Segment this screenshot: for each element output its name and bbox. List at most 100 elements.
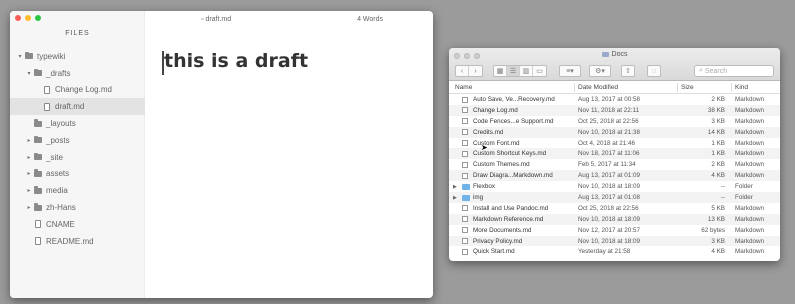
date-modified: Nov 10, 2018 at 21:38 [578,128,640,136]
file-kind: Markdown [735,128,765,136]
column-view-icon[interactable]: ▥ [520,66,533,76]
search-icon: ⌕ [699,67,703,74]
file-size: 2 KB [711,96,725,103]
list-view-icon[interactable]: ☰ [507,66,520,76]
chevron-right-icon[interactable]: ▸ [25,170,33,177]
chevron-right-icon[interactable]: ▸ [25,137,33,144]
disclosure-triangle-icon[interactable]: ▶ [453,195,457,201]
date-modified: Nov 18, 2017 at 11:06 [578,150,640,158]
file-size: 3 KB [711,237,725,245]
table-row[interactable]: Custom Font.md Oct 4, 2018 at 21:46 1 KB Ma… [449,138,780,149]
column-divider [574,83,575,92]
table-row[interactable]: ▶ img Aug 13, 2017 at 01:08 -- Folder [449,192,780,203]
document-heading[interactable]: this is a draft [164,50,308,72]
file-list: Auto Save, Ve...Recovery.md Aug 13, 2017 … [449,94,780,257]
file-kind: Markdown [735,215,765,223]
tree-file[interactable]: draft.md [10,98,145,116]
arrange-icon[interactable]: ≡▾ [559,65,581,77]
tree-folder[interactable]: _layouts [10,115,145,132]
table-row[interactable]: Credits.md Nov 10, 2018 at 21:38 14 KB Mark… [449,126,780,138]
folder-icon [33,135,43,144]
file-kind: Markdown [735,106,765,114]
file-name: Install and Use Pandoc.md [473,204,549,212]
table-row[interactable]: Privacy Policy.md Nov 10, 2018 at 18:09 3 … [449,235,780,247]
chevron-right-icon[interactable]: ▸ [25,154,33,161]
finder-toolbar: Docs ‹ › ▦ ☰ ▥ ▭ ≡▾ ⚙▾ ⇧ ◌ ⌕ Search [449,48,780,81]
editor-pane[interactable]: ▫ draft.md 4 Words this is a draft [146,11,433,298]
file-size: 2 KB [711,161,725,169]
chevron-right-icon[interactable]: ▸ [25,187,33,194]
file-size: -- [720,183,725,191]
tree-file[interactable]: Change Log.md [10,82,145,99]
close-window-button[interactable] [15,15,21,21]
markdown-file-icon [462,227,468,234]
share-icon[interactable]: ⇧ [621,65,635,77]
back-icon[interactable]: ‹ [456,66,469,76]
table-row[interactable]: Custom Themes.md Feb 5, 2017 at 11:34 2 KB… [449,159,780,170]
column-date[interactable]: Date Modified [578,84,618,91]
file-name: Code Fences...e Support.md [473,117,554,125]
tree-folder[interactable]: ▸ assets [10,166,145,183]
tree-folder[interactable]: ▸ _posts [10,132,145,149]
file-name: Change Log.md [473,106,518,114]
tag-icon[interactable]: ◌ [647,65,661,77]
tree-item-label: _posts [46,135,70,145]
file-kind: Markdown [735,172,765,180]
table-row[interactable]: Change Log.md Nov 11, 2018 at 22:11 38 KB M… [449,104,780,116]
file-size: -- [720,194,725,202]
table-row[interactable]: More Documents.md Nov 12, 2017 at 20:57 62… [449,225,780,236]
chevron-down-icon[interactable]: ▾ [16,53,24,60]
tree-folder[interactable]: ▸ zh-Hans [10,199,145,216]
chevron-right-icon[interactable]: ▸ [25,204,33,211]
forward-icon[interactable]: › [469,66,482,76]
table-row[interactable]: ▶ Flexbox Nov 10, 2018 at 18:09 -- Folder [449,181,780,192]
tree-item-label: _site [46,152,63,162]
tree-folder[interactable]: ▸ _site [10,149,145,166]
file-size: 14 KB [707,128,725,136]
search-input[interactable]: ⌕ Search [694,65,774,77]
tree-file[interactable]: CNAME [10,216,145,233]
tree-item-label: CNAME [46,219,75,229]
file-name: Quick Start.md [473,248,515,256]
gallery-view-icon[interactable]: ▭ [533,66,546,76]
file-size: 1 KB [711,150,725,158]
column-name[interactable]: Name [455,84,472,91]
file-size: 4 KB [711,248,725,256]
file-name: Draw Diagra...Markdown.md [473,172,553,180]
file-name: Privacy Policy.md [473,237,523,245]
word-count[interactable]: 4 Words [357,16,383,23]
tree-folder[interactable]: ▾ typewiki [10,48,145,65]
chevron-down-icon[interactable]: ▾ [25,70,33,77]
date-modified: Feb 5, 2017 at 11:34 [578,161,636,169]
table-row[interactable]: Draw Diagra...Markdown.md Aug 13, 2017 at… [449,170,780,182]
tree-folder[interactable]: ▾ _drafts [10,65,145,82]
file-name: Flexbox [473,183,496,191]
table-row[interactable]: Quick Start.md Yesterday at 21:58 4 KB Mark… [449,246,780,257]
zoom-window-button[interactable] [35,15,41,21]
gear-icon[interactable]: ⚙▾ [589,65,611,77]
tree-item-label: media [46,186,68,196]
table-row[interactable]: Install and Use Pandoc.md Oct 25, 2018 at… [449,203,780,214]
file-name: Credits.md [473,128,504,136]
table-row[interactable]: Auto Save, Ve...Recovery.md Aug 13, 2017 … [449,94,780,105]
minimize-window-button[interactable] [25,15,31,21]
table-row[interactable]: Code Fences...e Support.md Oct 25, 2018 a… [449,116,780,127]
folder-icon [601,52,609,57]
date-modified: Oct 25, 2018 at 22:56 [578,117,639,125]
tree-folder[interactable]: ▸ media [10,182,145,199]
icon-view-icon[interactable]: ▦ [494,66,507,76]
finder-title: Docs [449,51,780,58]
file-size: 1 KB [711,139,725,147]
table-row[interactable]: Custom Shortcut Keys.md Nov 18, 2017 at 1… [449,148,780,160]
column-size[interactable]: Size [681,84,694,91]
file-icon [42,85,52,94]
tree-file[interactable]: README.md [10,233,145,250]
file-name: Custom Themes.md [473,161,530,169]
file-size: 4 KB [711,172,725,180]
file-sidebar: FILES ▾ typewiki ▾ _drafts Change Log.md draf… [10,11,145,298]
table-row[interactable]: Markdown Reference.md Nov 10, 2018 at 18:… [449,213,780,225]
date-modified: Nov 11, 2018 at 22:11 [578,106,640,114]
markdown-file-icon [462,107,468,114]
column-kind[interactable]: Kind [735,84,748,91]
disclosure-triangle-icon[interactable]: ▶ [453,184,457,190]
